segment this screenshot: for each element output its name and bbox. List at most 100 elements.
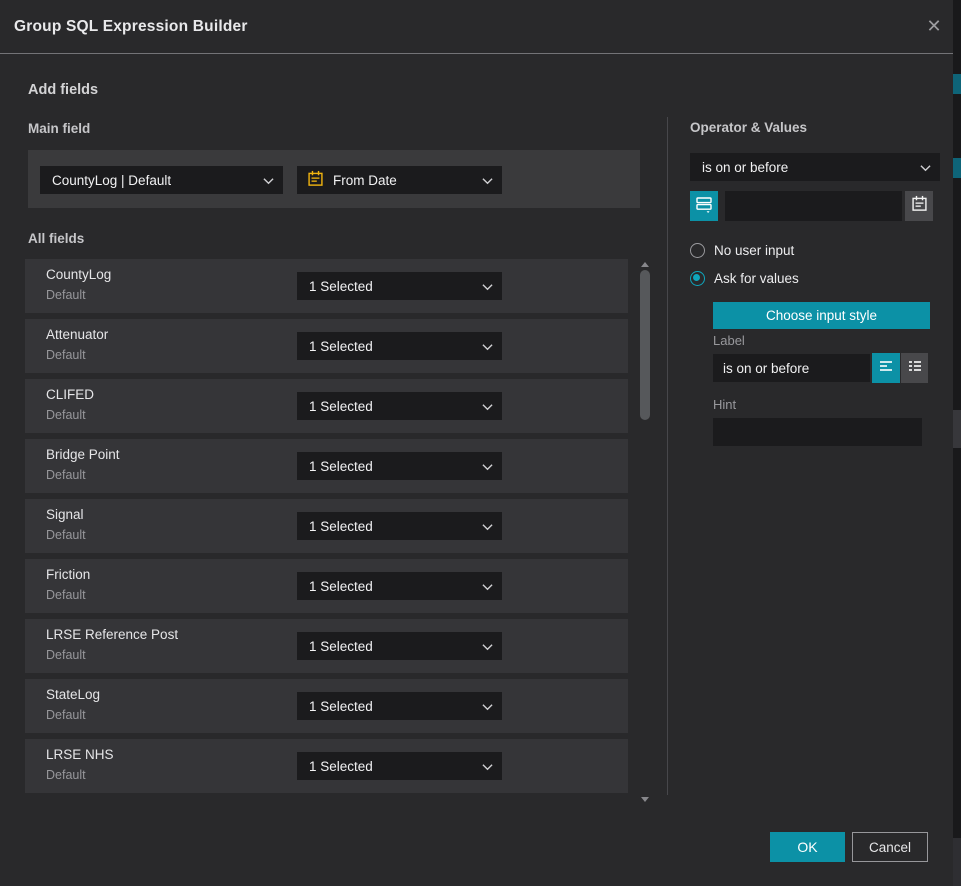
cancel-button[interactable]: Cancel: [852, 832, 928, 862]
value-input[interactable]: [725, 191, 902, 221]
date-field-icon: [307, 170, 324, 190]
no-user-input-label: No user input: [714, 243, 794, 258]
field-values-select[interactable]: 1 Selected: [297, 392, 502, 420]
chevron-down-icon: [482, 519, 493, 534]
field-sublabel: Default: [46, 408, 86, 422]
layer-select-value: CountyLog | Default: [52, 173, 171, 188]
field-sublabel: Default: [46, 708, 86, 722]
ok-button[interactable]: OK: [770, 832, 845, 862]
field-values-select-value: 1 Selected: [309, 759, 373, 774]
field-sublabel: Default: [46, 348, 86, 362]
field-values-select-value: 1 Selected: [309, 579, 373, 594]
date-picker-button[interactable]: [905, 191, 933, 221]
field-values-select[interactable]: 1 Selected: [297, 692, 502, 720]
field-values-select[interactable]: 1 Selected: [297, 632, 502, 660]
field-sublabel: Default: [46, 528, 86, 542]
field-sublabel: Default: [46, 768, 86, 782]
radio-circle-selected-icon: [690, 271, 705, 286]
main-field-panel: CountyLog | Default From Date: [28, 150, 640, 208]
close-icon: ✕: [926, 16, 941, 37]
radio-circle-icon: [690, 243, 705, 258]
field-values-select[interactable]: 1 Selected: [297, 272, 502, 300]
background-app-accent: [953, 410, 961, 448]
field-row: CountyLog Default 1 Selected: [25, 259, 628, 313]
background-app-accent: [953, 838, 961, 886]
scrollbar-thumb[interactable]: [640, 270, 650, 420]
label-caption: Label: [713, 333, 745, 348]
field-row: CLIFED Default 1 Selected: [25, 379, 628, 433]
list-style-button[interactable]: [901, 353, 928, 383]
field-sublabel: Default: [46, 288, 86, 302]
field-name: Friction: [46, 567, 90, 582]
screen: { "dialog": { "title": "Group SQL Expres…: [0, 0, 961, 886]
chevron-down-icon: [482, 173, 493, 188]
field-name: Bridge Point: [46, 447, 120, 462]
field-row: StateLog Default 1 Selected: [25, 679, 628, 733]
field-row: Attenuator Default 1 Selected: [25, 319, 628, 373]
hint-input[interactable]: [713, 418, 922, 446]
field-row: Bridge Point Default 1 Selected: [25, 439, 628, 493]
field-row: LRSE Reference Post Default 1 Selected: [25, 619, 628, 673]
all-fields-list: CountyLog Default 1 Selected Attenuator …: [25, 259, 628, 799]
chevron-down-icon: [482, 339, 493, 354]
close-button[interactable]: ✕: [921, 13, 947, 39]
scrollbar-down-arrow[interactable]: [641, 797, 649, 802]
field-values-select-value: 1 Selected: [309, 399, 373, 414]
field-values-select[interactable]: 1 Selected: [297, 572, 502, 600]
value-type-button[interactable]: [690, 191, 718, 221]
chevron-down-icon: [263, 173, 274, 188]
chevron-down-icon: [482, 279, 493, 294]
panel-divider: [667, 117, 668, 795]
no-user-input-radio[interactable]: No user input: [690, 243, 794, 258]
field-values-select-value: 1 Selected: [309, 639, 373, 654]
add-fields-heading: Add fields: [28, 82, 98, 98]
calendar-icon: [911, 195, 928, 217]
all-fields-heading: All fields: [28, 231, 84, 246]
field-sublabel: Default: [46, 468, 86, 482]
chevron-down-icon: [482, 399, 493, 414]
ask-for-values-radio[interactable]: Ask for values: [690, 271, 799, 286]
field-row: LRSE NHS Default 1 Selected: [25, 739, 628, 793]
field-name: Signal: [46, 507, 84, 522]
field-values-select-value: 1 Selected: [309, 279, 373, 294]
field-values-select[interactable]: 1 Selected: [297, 452, 502, 480]
field-sublabel: Default: [46, 588, 86, 602]
field-values-select-value: 1 Selected: [309, 519, 373, 534]
field-row: Friction Default 1 Selected: [25, 559, 628, 613]
field-row: Signal Default 1 Selected: [25, 499, 628, 553]
field-name: LRSE NHS: [46, 747, 114, 762]
field-name: Attenuator: [46, 327, 108, 342]
field-values-select[interactable]: 1 Selected: [297, 512, 502, 540]
scrollbar-up-arrow[interactable]: [641, 262, 649, 267]
hint-caption: Hint: [713, 397, 736, 412]
operator-values-heading: Operator & Values: [690, 120, 807, 135]
chevron-down-icon: [482, 639, 493, 654]
main-field-select[interactable]: From Date: [297, 166, 502, 194]
field-name: LRSE Reference Post: [46, 627, 178, 642]
field-values-select-value: 1 Selected: [309, 459, 373, 474]
operator-select[interactable]: is on or before: [690, 153, 940, 181]
field-name: CountyLog: [46, 267, 111, 282]
chevron-down-icon: [920, 160, 931, 175]
choose-input-style-button[interactable]: Choose input style: [713, 302, 930, 329]
field-name: CLIFED: [46, 387, 94, 402]
background-app-accent: [953, 158, 961, 178]
chevron-down-icon: [482, 699, 493, 714]
chevron-down-icon: [482, 579, 493, 594]
dialog-title: Group SQL Expression Builder: [14, 0, 248, 53]
stacked-values-icon: [695, 195, 713, 218]
single-line-style-button[interactable]: [872, 353, 900, 383]
field-values-select-value: 1 Selected: [309, 339, 373, 354]
field-values-select-value: 1 Selected: [309, 699, 373, 714]
ask-for-values-label: Ask for values: [714, 271, 799, 286]
field-values-select[interactable]: 1 Selected: [297, 332, 502, 360]
field-sublabel: Default: [46, 648, 86, 662]
align-left-icon: [878, 358, 894, 379]
label-input[interactable]: [713, 354, 870, 382]
main-field-select-value: From Date: [333, 173, 397, 188]
chevron-down-icon: [482, 759, 493, 774]
field-values-select[interactable]: 1 Selected: [297, 752, 502, 780]
main-field-heading: Main field: [28, 121, 90, 136]
dialog-header: Group SQL Expression Builder ✕: [0, 0, 953, 54]
layer-select[interactable]: CountyLog | Default: [40, 166, 283, 194]
